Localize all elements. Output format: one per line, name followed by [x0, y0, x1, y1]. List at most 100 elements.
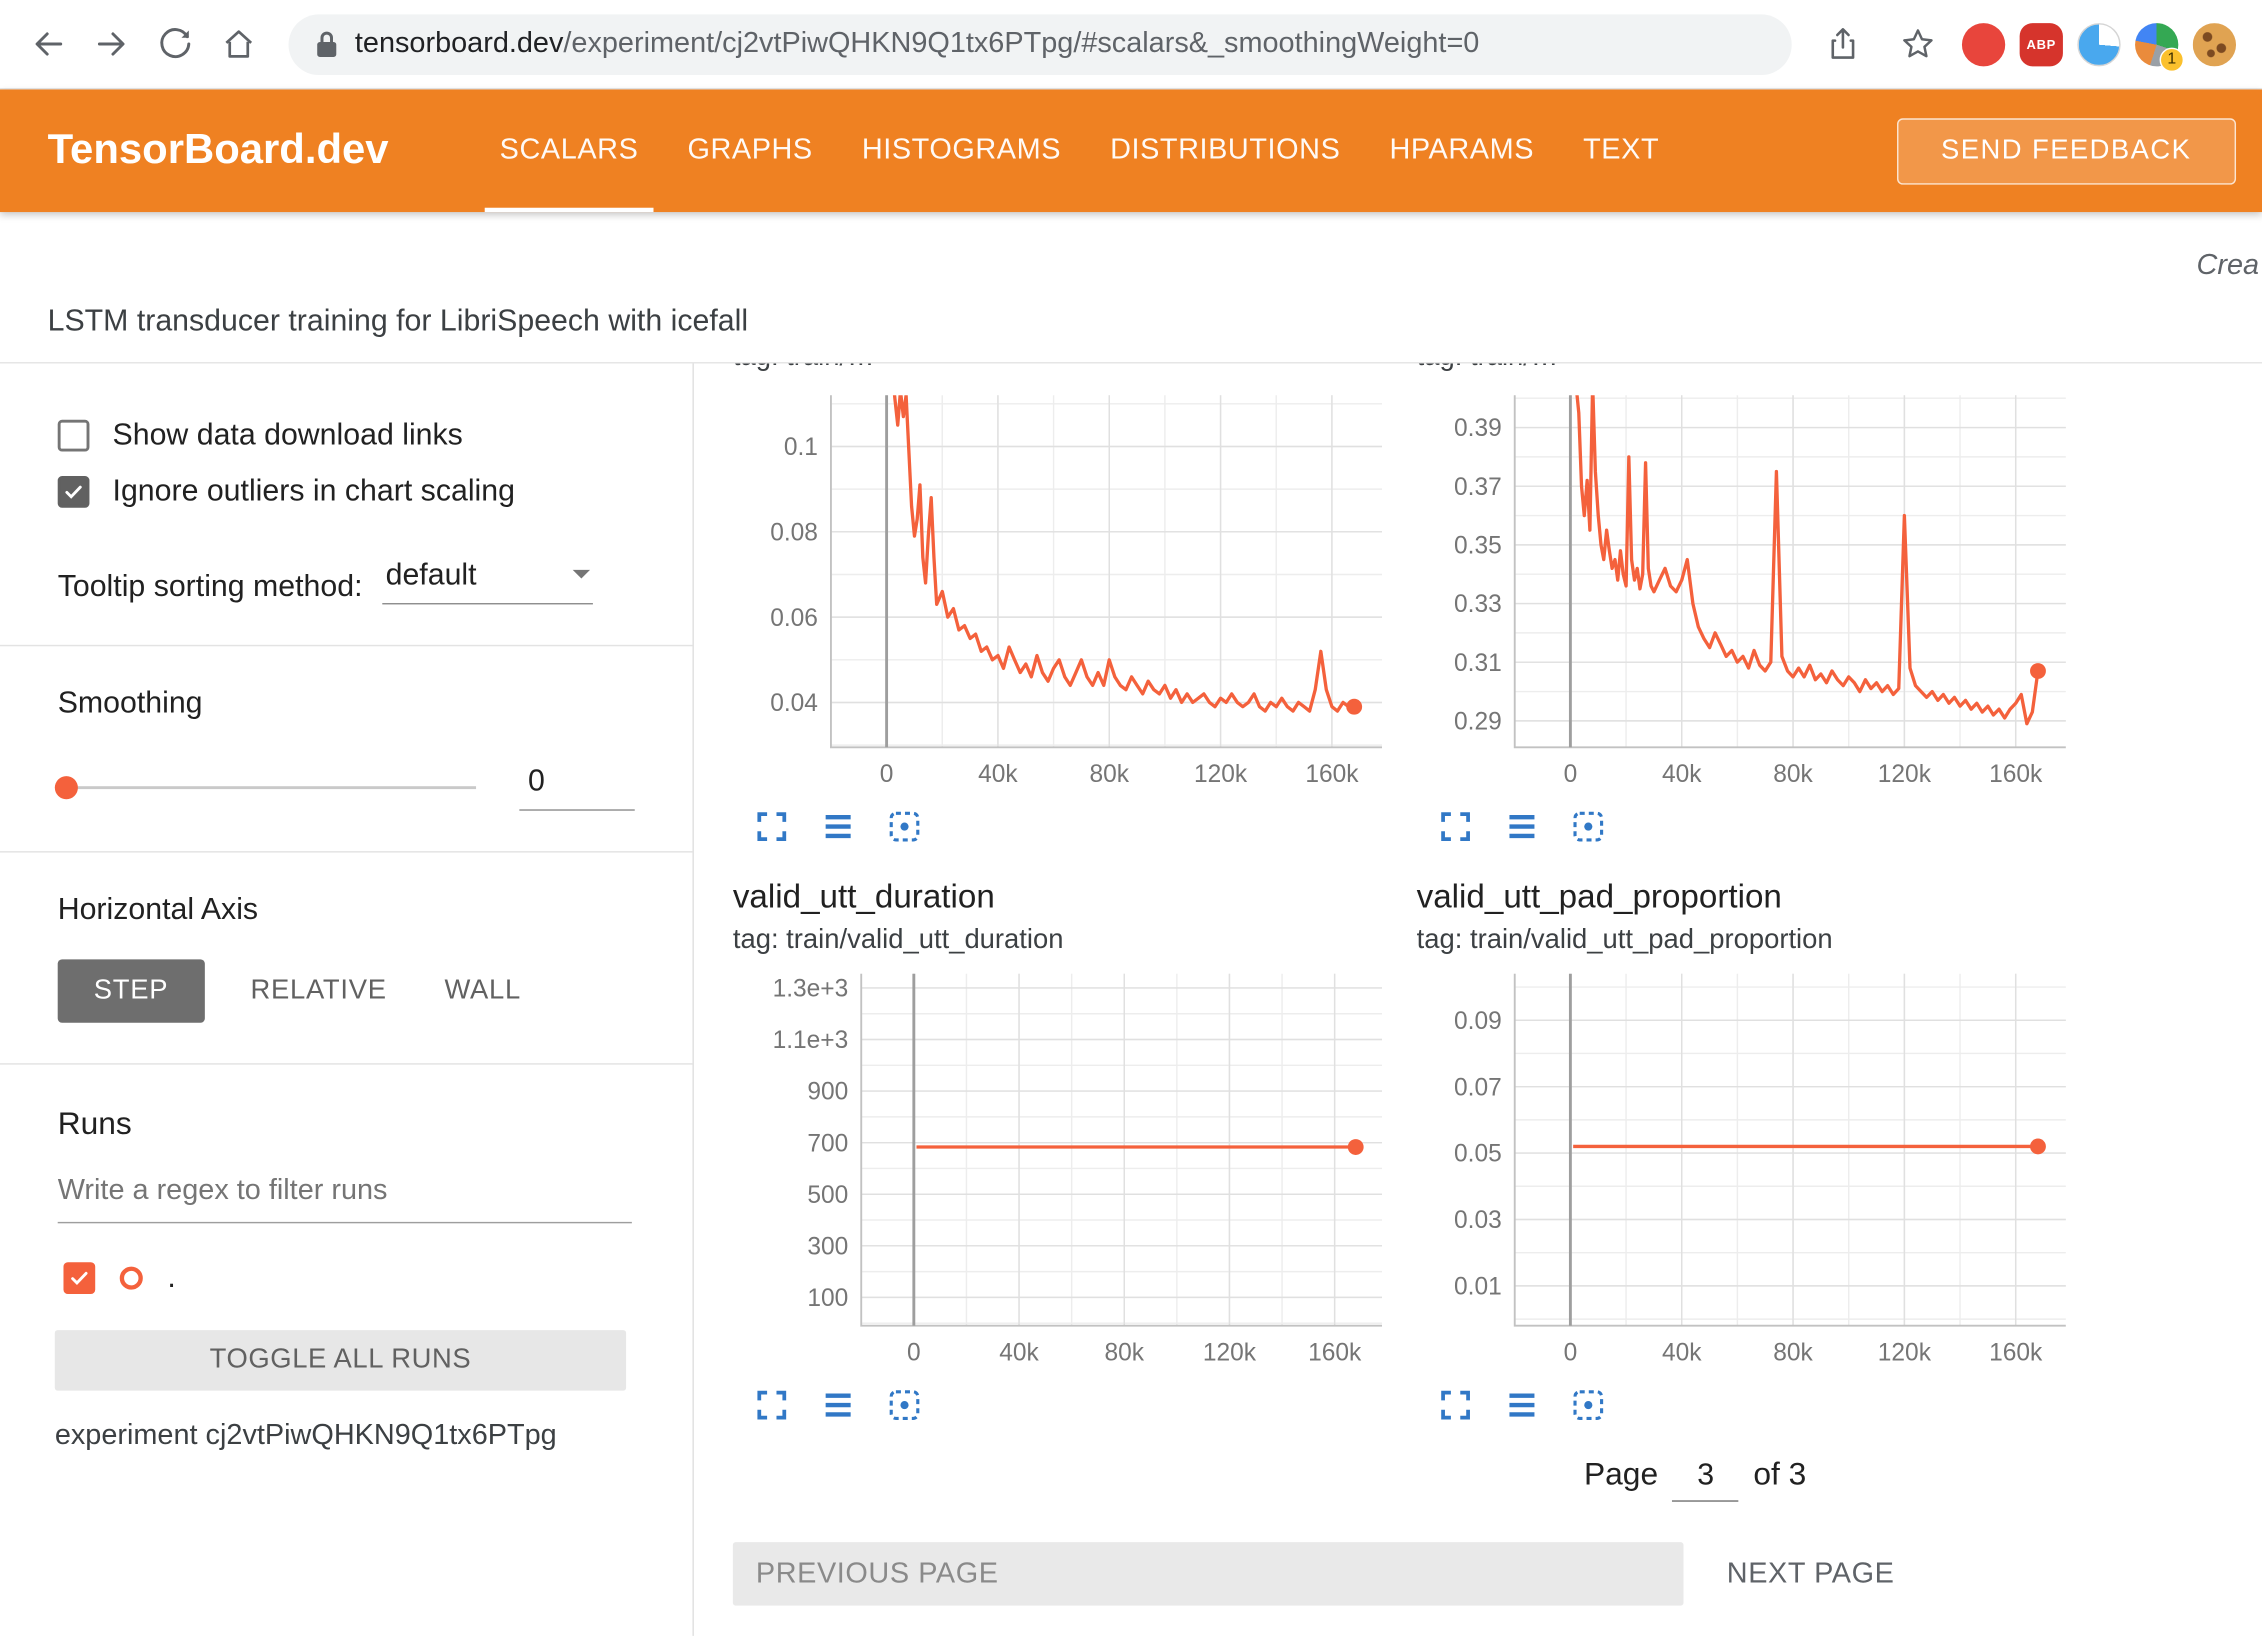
- clipped-created-text: Crea: [2197, 250, 2260, 283]
- chrome-actions: ABP 1: [1812, 14, 2245, 75]
- plugin-tabs: SCALARSGRAPHSHISTOGRAMSDISTRIBUTIONSHPAR…: [475, 89, 1684, 212]
- svg-text:0.01: 0.01: [1454, 1274, 1502, 1301]
- clipped-chart-tag: tag: train/…: [733, 364, 1397, 378]
- toggle-all-runs-button[interactable]: TOGGLE ALL RUNS: [55, 1330, 626, 1391]
- share-button[interactable]: [1812, 14, 1873, 75]
- charts-grid: tag: train/… 040k80k120k160k0.040.060.08…: [733, 364, 2262, 1424]
- adblocker-extension-icon[interactable]: [1962, 22, 2005, 65]
- view-data-button[interactable]: [819, 1386, 857, 1424]
- browser-toolbar: tensorboard.dev/experiment/cj2vtPiwQHKN9…: [0, 0, 2262, 89]
- data-lines-icon: [1503, 808, 1541, 846]
- chart-plot: 040k80k120k160k0.010.030.050.070.09: [1417, 965, 2081, 1375]
- tab-hparams[interactable]: HPARAMS: [1365, 89, 1559, 212]
- run-checkbox[interactable]: [63, 1262, 95, 1294]
- send-feedback-button[interactable]: SEND FEEDBACK: [1896, 118, 2236, 184]
- chart-canvas[interactable]: 040k80k120k160k0.290.310.330.350.370.39: [1417, 387, 2081, 797]
- smoothing-slider[interactable]: [58, 786, 476, 789]
- tooltip-sorting-dropdown[interactable]: default: [383, 558, 594, 604]
- page-number-input[interactable]: [1673, 1458, 1739, 1501]
- share-icon: [1824, 26, 1860, 62]
- smoothing-slider-thumb[interactable]: [55, 776, 78, 799]
- profile-avatar[interactable]: 1: [2135, 22, 2178, 65]
- data-lines-icon: [819, 1386, 857, 1424]
- cookie-extension-icon[interactable]: [2193, 22, 2236, 65]
- chart-canvas[interactable]: 040k80k120k160k0.010.030.050.070.09: [1417, 965, 2081, 1375]
- fit-domain-button[interactable]: [886, 808, 924, 846]
- page-label: Page: [1584, 1456, 1658, 1494]
- expand-chart-button[interactable]: [1437, 808, 1475, 846]
- chart-canvas[interactable]: 040k80k120k160k0.040.060.080.1: [733, 387, 1397, 797]
- previous-page-button[interactable]: PREVIOUS PAGE: [733, 1542, 1684, 1605]
- svg-text:160k: 160k: [1308, 1339, 1362, 1366]
- tab-distributions[interactable]: DISTRIBUTIONS: [1086, 89, 1365, 212]
- svg-text:0: 0: [907, 1339, 921, 1366]
- chart-card-valid-utt-pad-proportion: valid_utt_pad_proportion tag: train/vali…: [1417, 871, 2081, 1424]
- ignore-outliers-checkbox[interactable]: [58, 476, 90, 508]
- smoothing-value[interactable]: 0: [519, 765, 634, 811]
- page-of-label: of 3: [1753, 1456, 1806, 1494]
- expand-chart-button[interactable]: [753, 1386, 791, 1424]
- divider: [0, 851, 692, 852]
- svg-text:160k: 160k: [1305, 761, 1359, 788]
- chart-plot: 040k80k120k160k0.290.310.330.350.370.39: [1417, 387, 2081, 797]
- svg-text:0: 0: [1564, 761, 1578, 788]
- svg-text:0.05: 0.05: [1454, 1141, 1502, 1168]
- settings-sidebar: Show data download links Ignore outliers…: [0, 364, 694, 1636]
- fit-domain-button[interactable]: [1570, 808, 1608, 846]
- chart-canvas[interactable]: 040k80k120k160k1003005007009001.1e+31.3e…: [733, 965, 1397, 1375]
- expand-icon: [1437, 1386, 1475, 1424]
- svg-text:0.03: 0.03: [1454, 1207, 1502, 1234]
- series-endpoint-dot: [2030, 1138, 2046, 1154]
- svg-text:700: 700: [807, 1130, 848, 1157]
- tab-scalars[interactable]: SCALARS: [475, 89, 663, 212]
- pie-extension-icon[interactable]: [2077, 22, 2120, 65]
- forward-button[interactable]: [81, 14, 142, 75]
- run-color-swatch[interactable]: [120, 1267, 143, 1290]
- next-page-button[interactable]: NEXT PAGE: [1718, 1556, 1903, 1592]
- fit-domain-button[interactable]: [886, 1386, 924, 1424]
- chart-actions: [1417, 1386, 2081, 1424]
- smoothing-row: 0: [0, 765, 692, 811]
- chart-card-top-left: tag: train/… 040k80k120k160k0.040.060.08…: [733, 364, 1397, 846]
- chart-plot: 040k80k120k160k1003005007009001.1e+31.3e…: [733, 965, 1397, 1375]
- svg-text:0.1: 0.1: [784, 434, 818, 461]
- pagination: Page of 3: [1584, 1456, 2262, 1502]
- chart-actions: [733, 1386, 1397, 1424]
- data-lines-icon: [819, 808, 857, 846]
- tab-histograms[interactable]: HISTOGRAMS: [837, 89, 1085, 212]
- expand-chart-button[interactable]: [753, 808, 791, 846]
- tab-graphs[interactable]: GRAPHS: [663, 89, 837, 212]
- reload-button[interactable]: [144, 14, 205, 75]
- view-data-button[interactable]: [1503, 808, 1541, 846]
- axis-relative-button[interactable]: RELATIVE: [239, 959, 398, 1022]
- svg-text:0.37: 0.37: [1454, 474, 1502, 501]
- svg-text:0.06: 0.06: [770, 605, 818, 632]
- back-button[interactable]: [17, 14, 78, 75]
- brand-logo: TensorBoard.dev: [48, 127, 389, 175]
- expand-chart-button[interactable]: [1437, 1386, 1475, 1424]
- view-data-button[interactable]: [1503, 1386, 1541, 1424]
- fit-domain-button[interactable]: [1570, 1386, 1608, 1424]
- data-lines-icon: [1503, 1386, 1541, 1424]
- forward-icon: [93, 26, 129, 62]
- abp-extension-icon[interactable]: ABP: [2020, 22, 2063, 65]
- runs-filter-input[interactable]: [58, 1169, 632, 1224]
- chevron-down-icon: [573, 570, 590, 587]
- page-buttons: PREVIOUS PAGE NEXT PAGE: [733, 1542, 2262, 1605]
- series-endpoint-dot: [1348, 1139, 1364, 1155]
- star-icon: [1899, 26, 1935, 62]
- view-data-button[interactable]: [819, 808, 857, 846]
- axis-wall-button[interactable]: WALL: [433, 959, 533, 1022]
- reload-icon: [157, 26, 193, 62]
- svg-text:120k: 120k: [1194, 761, 1248, 788]
- show-download-links-checkbox[interactable]: [58, 420, 90, 452]
- address-bar[interactable]: tensorboard.dev/experiment/cj2vtPiwQHKN9…: [289, 14, 1792, 75]
- bookmark-star-button[interactable]: [1887, 14, 1948, 75]
- home-button[interactable]: [208, 14, 269, 75]
- svg-text:1.3e+3: 1.3e+3: [773, 976, 849, 1003]
- axis-step-button[interactable]: STEP: [58, 959, 205, 1022]
- series-endpoint-dot: [1346, 699, 1362, 715]
- tab-text[interactable]: TEXT: [1559, 89, 1684, 212]
- url-text: tensorboard.dev/experiment/cj2vtPiwQHKN9…: [355, 27, 1479, 60]
- svg-text:80k: 80k: [1773, 1339, 1813, 1366]
